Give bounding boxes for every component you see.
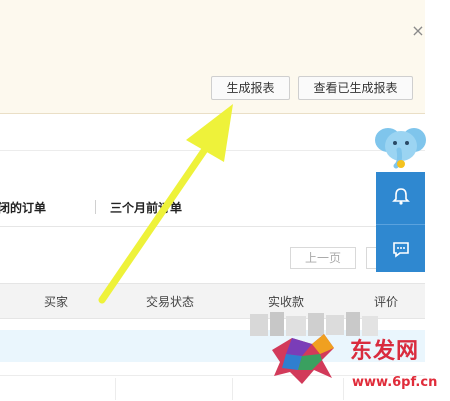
close-icon[interactable]: ×: [410, 22, 426, 40]
watermark-url: www.6pf.cn: [352, 375, 438, 390]
column-header-buyer: 买家: [44, 295, 69, 309]
column-divider: [232, 378, 233, 400]
column-header-trade-status: 交易状态: [146, 295, 195, 309]
column-divider: [115, 378, 116, 400]
divider: [0, 150, 425, 151]
tab-separator: [95, 200, 96, 214]
column-header-review: 评价: [374, 295, 399, 309]
view-generated-reports-button[interactable]: 查看已生成报表: [298, 76, 413, 100]
side-toolbar: [376, 172, 425, 272]
watermark-site-name: 东发网: [350, 338, 420, 364]
report-banner: × 生成报表 查看已生成报表: [0, 0, 425, 114]
watermark-logo: [272, 334, 334, 384]
tab-three-months-ago[interactable]: 三个月前订单: [110, 199, 182, 216]
elephant-mascot-icon[interactable]: [372, 124, 428, 172]
chat-icon[interactable]: [376, 224, 425, 273]
tab-closed-orders[interactable]: 关闭的订单: [0, 199, 46, 216]
prev-page-button[interactable]: 上一页: [290, 247, 356, 269]
bell-icon[interactable]: [376, 172, 425, 220]
order-tabs: 关闭的订单 三个月前订单: [0, 192, 380, 227]
generate-report-button[interactable]: 生成报表: [211, 76, 290, 100]
column-header-paid-amount: 实收款: [268, 295, 305, 309]
